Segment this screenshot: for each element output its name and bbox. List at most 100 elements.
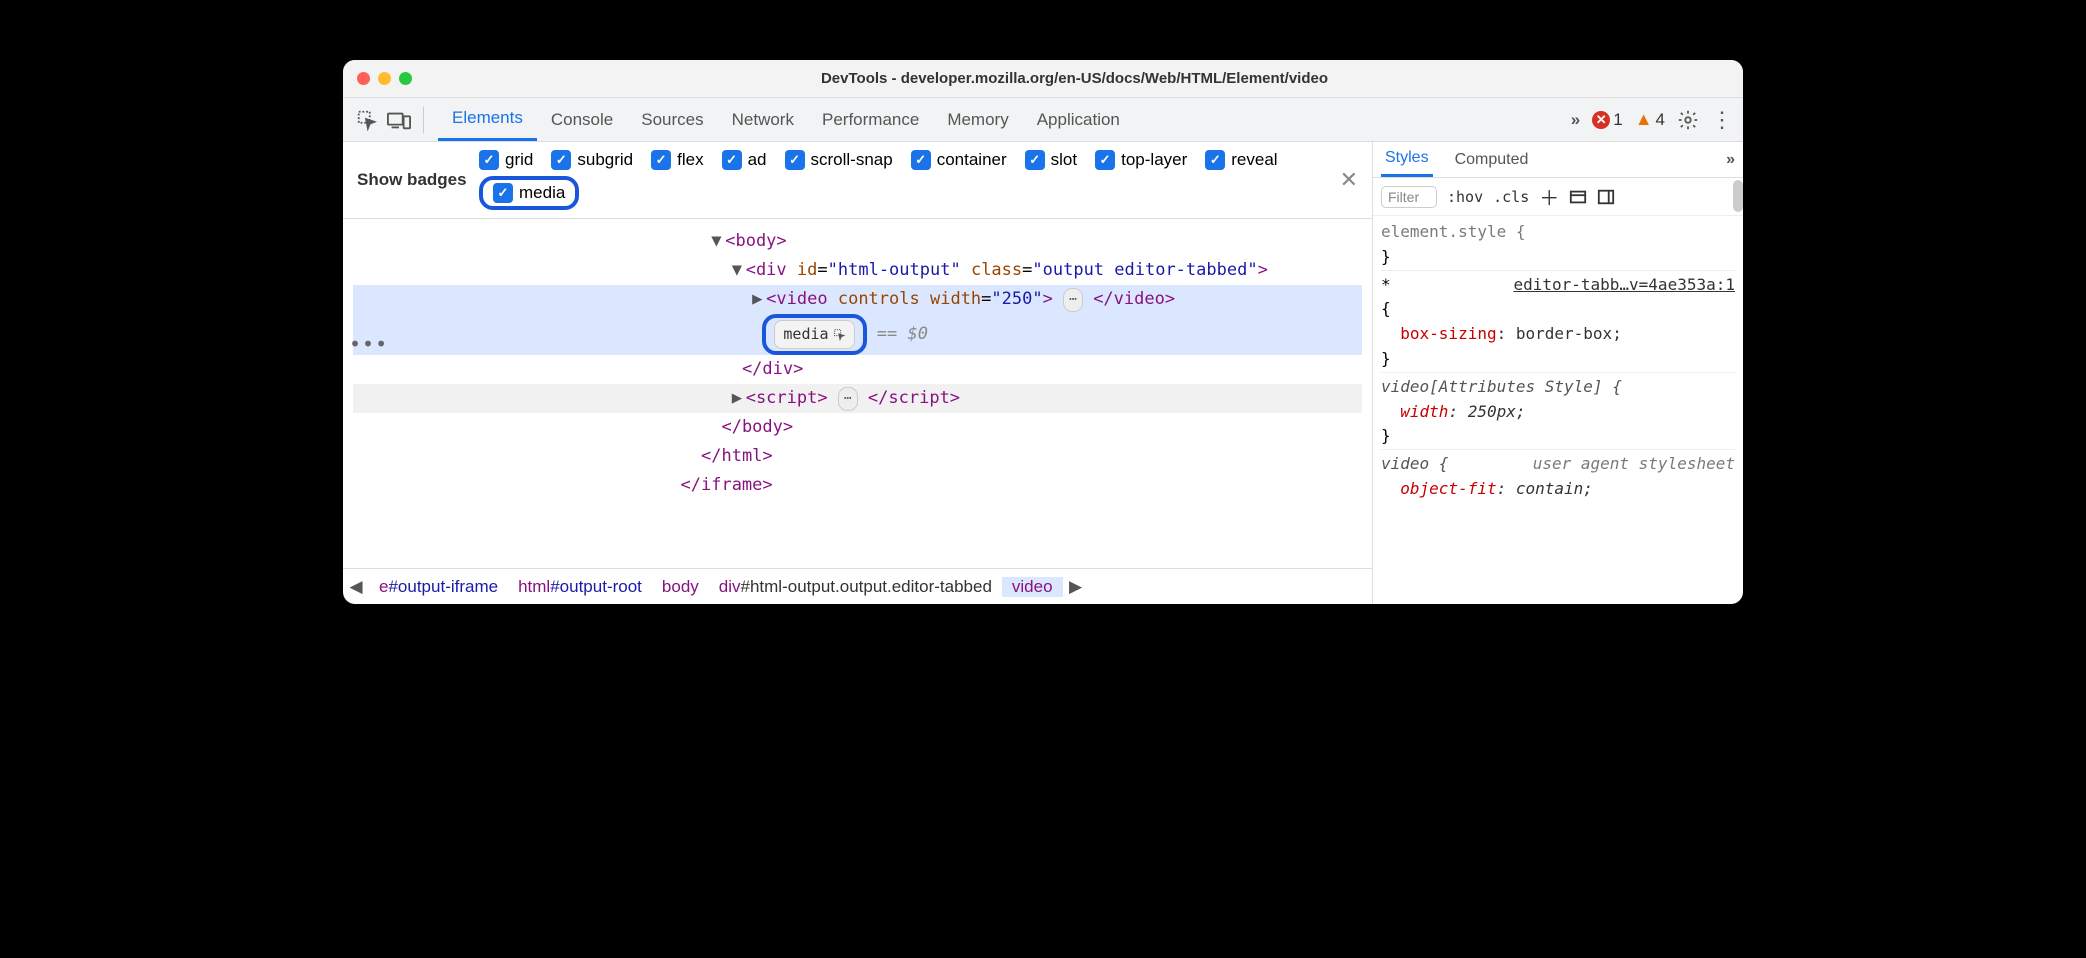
dom-line-badge[interactable]: media == $0 [353, 314, 1362, 356]
hov-toggle[interactable]: :hov [1447, 188, 1483, 206]
new-rule-icon[interactable]: ＋ [1539, 182, 1559, 211]
ua-stylesheet-label: user agent stylesheet [1533, 452, 1735, 477]
checkbox-icon: ✓ [911, 150, 931, 170]
badge-reveal[interactable]: ✓reveal [1205, 150, 1277, 170]
badge-media-highlighted[interactable]: ✓media [479, 176, 579, 210]
tab-network[interactable]: Network [718, 98, 808, 141]
checkbox-icon: ✓ [551, 150, 571, 170]
checkbox-icon: ✓ [651, 150, 671, 170]
titlebar[interactable]: DevTools - developer.mozilla.org/en-US/d… [343, 60, 1743, 98]
tab-performance[interactable]: Performance [808, 98, 933, 141]
styles-rules[interactable]: element.style { } * editor-tabb…v=4ae353… [1373, 216, 1743, 604]
warning-icon: ▲ [1635, 109, 1653, 130]
rule-brace: } [1381, 347, 1735, 372]
toggle-sidebar-icon[interactable] [1597, 188, 1615, 206]
elements-panel: Show badges ✓grid ✓subgrid ✓flex ✓ad ✓sc… [343, 142, 1373, 604]
dom-line-selected[interactable]: ▶<video controls width="250"> ⋯ </video> [353, 285, 1362, 314]
warning-count[interactable]: ▲ 4 [1635, 109, 1665, 130]
content-area: Show badges ✓grid ✓subgrid ✓flex ✓ad ✓sc… [343, 142, 1743, 604]
breadcrumb-item[interactable]: div#html-output.output.editor-tabbed [709, 577, 1002, 597]
dom-line[interactable]: ▼<body> [353, 227, 1362, 256]
filter-input[interactable]: Filter [1381, 186, 1437, 208]
device-toggle-icon[interactable] [385, 106, 413, 134]
css-property[interactable]: box-sizing [1400, 324, 1496, 343]
breadcrumb-left-icon[interactable]: ◀ [343, 577, 369, 597]
rule-source-link[interactable]: editor-tabb…v=4ae353a:1 [1513, 273, 1735, 298]
css-property[interactable]: object-fit [1400, 479, 1496, 498]
tab-memory[interactable]: Memory [933, 98, 1022, 141]
dom-line[interactable]: </div> [353, 355, 1362, 384]
badge-grid[interactable]: ✓grid [479, 150, 533, 170]
ellipsis-icon[interactable]: ⋯ [1063, 288, 1083, 312]
css-property[interactable]: width [1400, 402, 1448, 421]
close-icon[interactable] [357, 72, 370, 85]
computed-sidebar-icon[interactable] [1569, 188, 1587, 206]
badge-container[interactable]: ✓container [911, 150, 1007, 170]
dom-line[interactable]: ▶<script> ⋯ </script> [353, 384, 1362, 413]
close-badges-icon[interactable]: ✕ [1328, 167, 1358, 193]
dom-line[interactable]: </html> [353, 442, 1362, 471]
breadcrumb-item[interactable]: body [652, 577, 709, 597]
error-icon: ✕ [1592, 111, 1610, 129]
breadcrumb-right-icon[interactable]: ▶ [1063, 577, 1089, 597]
css-value[interactable]: : border-box; [1497, 324, 1622, 343]
zoom-icon[interactable] [399, 72, 412, 85]
tab-sources[interactable]: Sources [627, 98, 717, 141]
rule-brace: } [1381, 245, 1735, 270]
rule-selector: element.style { [1381, 222, 1526, 241]
sidebar-tabs: Styles Computed » [1373, 142, 1743, 178]
gutter-ellipsis-icon: ••• [349, 327, 388, 361]
rule-selector: * [1381, 275, 1391, 294]
tab-styles[interactable]: Styles [1381, 142, 1433, 177]
more-tabs-icon[interactable]: » [1571, 110, 1580, 130]
badge-scroll-snap[interactable]: ✓scroll-snap [785, 150, 893, 170]
tab-console[interactable]: Console [537, 98, 627, 141]
media-badge-highlighted[interactable]: media [762, 314, 866, 356]
checkbox-icon: ✓ [722, 150, 742, 170]
css-value[interactable]: : 250px; [1448, 402, 1525, 421]
cls-toggle[interactable]: .cls [1493, 188, 1529, 206]
styles-controls: Filter :hov .cls ＋ [1373, 178, 1743, 216]
breadcrumb-item-selected[interactable]: video [1002, 577, 1063, 597]
dom-line[interactable]: ▼<div id="html-output" class="output edi… [353, 256, 1362, 285]
inspect-icon[interactable] [353, 106, 381, 134]
badge-subgrid[interactable]: ✓subgrid [551, 150, 633, 170]
dom-line[interactable]: </iframe> [353, 471, 1362, 500]
checkbox-icon: ✓ [1025, 150, 1045, 170]
checkbox-icon: ✓ [785, 150, 805, 170]
badge-slot[interactable]: ✓slot [1025, 150, 1077, 170]
kebab-menu-icon[interactable]: ⋮ [1711, 107, 1733, 133]
minimize-icon[interactable] [378, 72, 391, 85]
toolbar-right: » ✕ 1 ▲ 4 ⋮ [1571, 107, 1733, 133]
styles-panel: Styles Computed » Filter :hov .cls ＋ ele… [1373, 142, 1743, 604]
badge-top-layer[interactable]: ✓top-layer [1095, 150, 1187, 170]
tab-computed[interactable]: Computed [1451, 142, 1533, 177]
rule-selector: video[Attributes Style] { [1381, 377, 1622, 396]
badges-bar: Show badges ✓grid ✓subgrid ✓flex ✓ad ✓sc… [343, 142, 1372, 219]
badges-grid: ✓grid ✓subgrid ✓flex ✓ad ✓scroll-snap ✓c… [479, 150, 1328, 210]
ellipsis-icon[interactable]: ⋯ [838, 387, 858, 411]
css-value[interactable]: : contain; [1497, 479, 1593, 498]
checkbox-icon: ✓ [1095, 150, 1115, 170]
tab-elements[interactable]: Elements [438, 98, 537, 141]
breadcrumb-item[interactable]: e#output-iframe [369, 577, 508, 597]
dom-line[interactable]: </body> [353, 413, 1362, 442]
badge-flex[interactable]: ✓flex [651, 150, 703, 170]
tab-application[interactable]: Application [1023, 98, 1134, 141]
checkbox-icon: ✓ [1205, 150, 1225, 170]
scrollbar[interactable] [1733, 180, 1743, 212]
breadcrumbs: ◀ e#output-iframe html#output-root body … [343, 568, 1372, 604]
panel-tabs: Elements Console Sources Network Perform… [438, 98, 1134, 141]
rule-brace: } [1381, 424, 1735, 449]
badge-ad[interactable]: ✓ad [722, 150, 767, 170]
dom-tree[interactable]: ••• ▼<body> ▼<div id="html-output" class… [343, 219, 1372, 568]
inspect-small-icon [833, 328, 846, 341]
settings-icon[interactable] [1677, 109, 1699, 131]
checkbox-icon: ✓ [493, 183, 513, 203]
more-tabs-icon[interactable]: » [1726, 151, 1735, 169]
error-count[interactable]: ✕ 1 [1592, 110, 1622, 130]
badges-label: Show badges [357, 169, 479, 192]
devtools-window: DevTools - developer.mozilla.org/en-US/d… [343, 60, 1743, 604]
main-toolbar: Elements Console Sources Network Perform… [343, 98, 1743, 142]
breadcrumb-item[interactable]: html#output-root [508, 577, 652, 597]
